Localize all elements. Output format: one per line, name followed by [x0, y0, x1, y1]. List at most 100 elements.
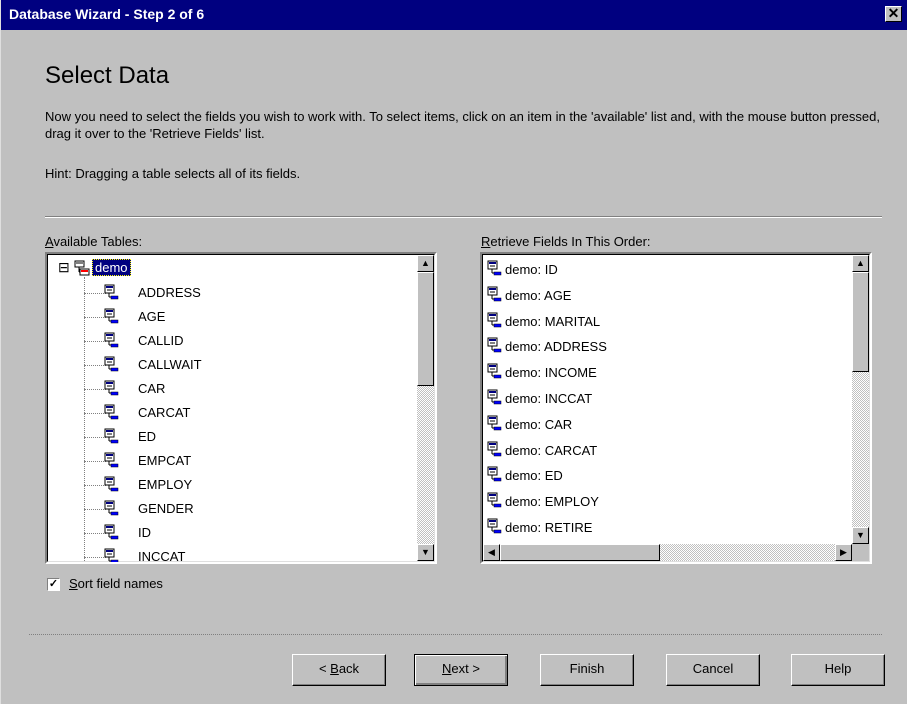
sort-field-names-checkbox[interactable]: ✓ — [47, 578, 60, 591]
available-tables-label: Available Tables: — [45, 234, 143, 249]
field-icon — [487, 389, 502, 405]
scroll-thumb[interactable] — [852, 272, 869, 372]
tree-field-item[interactable]: AGE — [48, 305, 420, 329]
field-icon — [487, 337, 502, 353]
retrieve-field-name: demo: AGE — [505, 287, 572, 303]
scroll-left-button[interactable]: ◀ — [483, 544, 500, 561]
table-name-demo[interactable]: demo — [92, 259, 131, 276]
available-vertical-scrollbar[interactable]: ▲ ▼ — [417, 255, 434, 561]
retrieve-fields-label: Retrieve Fields In This Order: — [481, 234, 651, 249]
retrieve-field-item[interactable]: demo: CAR — [483, 412, 855, 437]
finish-button[interactable]: Finish — [540, 654, 634, 686]
field-icon — [487, 260, 502, 276]
horizontal-scroll-thumb[interactable] — [500, 544, 660, 561]
hint-text: Hint: Dragging a table selects all of it… — [45, 166, 301, 181]
retrieve-field-item[interactable]: demo: ED — [483, 463, 855, 488]
retrieve-fields-content: demo: ID demo: AGE demo: MARITAL demo: ADDR… — [483, 255, 855, 540]
retrieve-field-item[interactable]: demo: AGE — [483, 283, 855, 308]
tree-field-item[interactable]: EMPLOY — [48, 473, 420, 497]
available-tables-tree[interactable]: ⊟ demo ADDRESS AGE CALLID CALLWAIT CAR CARCAT… — [45, 252, 437, 564]
tree-content: ⊟ demo ADDRESS AGE CALLID CALLWAIT CAR CARCAT… — [48, 255, 420, 564]
tree-field-item[interactable]: CARCAT — [48, 401, 420, 425]
field-icon — [104, 332, 119, 348]
tree-field-item[interactable]: ID — [48, 521, 420, 545]
database-wizard-window: Database Wizard - Step 2 of 6 ✕ Select D… — [0, 0, 907, 704]
field-icon — [104, 476, 119, 492]
field-name: GENDER — [138, 501, 194, 516]
scroll-up-button[interactable]: ▲ — [852, 255, 869, 272]
tree-connector — [84, 389, 106, 390]
tree-field-item[interactable]: CALLWAIT — [48, 353, 420, 377]
tree-field-item[interactable]: CAR — [48, 377, 420, 401]
field-icon — [487, 312, 502, 327]
field-icon — [104, 284, 119, 300]
tree-connector — [84, 341, 106, 342]
scroll-thumb[interactable] — [417, 272, 434, 386]
tree-connector — [84, 293, 106, 294]
field-name: CALLID — [138, 333, 184, 348]
retrieve-field-name: demo: ID — [505, 262, 558, 277]
retrieve-field-name: demo: EMPLOY — [505, 494, 599, 510]
help-button[interactable]: Help — [791, 654, 885, 686]
tree-connector — [84, 437, 106, 438]
next-button[interactable]: Next > — [414, 654, 508, 686]
title-bar[interactable]: Database Wizard - Step 2 of 6 ✕ — [1, 0, 907, 30]
footer-divider — [29, 634, 882, 635]
back-button[interactable]: < Back — [292, 654, 386, 686]
retrieve-field-item[interactable]: demo: MARITAL — [483, 309, 855, 334]
field-icon — [104, 380, 119, 396]
scroll-down-button[interactable]: ▼ — [852, 527, 869, 544]
field-name: CAR — [138, 381, 166, 396]
tree-field-item[interactable]: ED — [48, 425, 420, 449]
retrieve-field-name: demo: CARCAT — [505, 442, 598, 458]
retrieve-field-name: demo: MARITAL — [505, 313, 601, 329]
field-icon — [104, 452, 119, 468]
retrieve-field-item[interactable]: demo: EMPLOY — [483, 489, 855, 514]
tree-root-row[interactable]: ⊟ demo — [48, 259, 420, 281]
arrow-left-icon: ◀ — [488, 547, 495, 557]
tree-field-item[interactable]: ADDRESS — [48, 281, 420, 305]
tree-field-item[interactable]: GENDER — [48, 497, 420, 521]
field-name: CARCAT — [138, 405, 191, 420]
retrieve-field-item[interactable]: demo: INCOME — [483, 360, 855, 385]
retrieve-field-item[interactable]: demo: ID — [483, 257, 855, 282]
field-icon — [104, 524, 119, 540]
retrieve-fields-list[interactable]: demo: ID demo: AGE demo: MARITAL demo: ADDR… — [480, 252, 872, 564]
retrieve-field-name: demo: INCOME — [505, 365, 597, 381]
collapse-icon[interactable]: ⊟ — [58, 260, 70, 274]
field-name: CALLWAIT — [138, 357, 202, 372]
arrow-up-icon: ▲ — [856, 258, 865, 268]
sort-field-names-label[interactable]: Sort field names — [69, 576, 163, 591]
tree-field-item[interactable]: CALLID — [48, 329, 420, 353]
tree-connector — [84, 533, 106, 534]
scrollbar-corner — [852, 544, 869, 561]
retrieve-horizontal-scrollbar[interactable]: ◀ ▶ — [483, 544, 852, 561]
retrieve-vertical-scrollbar[interactable]: ▲ ▼ — [852, 255, 869, 544]
retrieve-field-item[interactable]: demo: INCCAT — [483, 386, 855, 411]
retrieve-field-name: demo: ED — [505, 468, 563, 484]
tree-field-item[interactable]: EMPCAT — [48, 449, 420, 473]
close-button[interactable]: ✕ — [885, 6, 902, 22]
field-icon — [487, 518, 502, 534]
field-icon — [104, 356, 119, 372]
field-icon — [487, 441, 502, 456]
scroll-right-button[interactable]: ▶ — [835, 544, 852, 561]
close-icon: ✕ — [887, 5, 900, 21]
scroll-up-button[interactable]: ▲ — [417, 255, 434, 272]
page-title: Select Data — [45, 62, 170, 89]
field-icon — [104, 428, 119, 444]
tree-connector — [84, 461, 106, 462]
tree-connector — [84, 317, 106, 318]
retrieve-field-item[interactable]: demo: RETIRE — [483, 515, 855, 540]
tree-connector — [84, 413, 106, 414]
tree-field-item[interactable]: INCCAT — [48, 545, 420, 564]
header-divider — [45, 216, 882, 218]
field-name: INCCAT — [138, 549, 186, 564]
retrieve-field-name: demo: ADDRESS — [505, 339, 607, 355]
database-table-icon — [74, 260, 90, 276]
cancel-button[interactable]: Cancel — [666, 654, 760, 686]
tree-connector — [84, 557, 106, 558]
retrieve-field-item[interactable]: demo: CARCAT — [483, 438, 855, 463]
scroll-down-button[interactable]: ▼ — [417, 544, 434, 561]
retrieve-field-item[interactable]: demo: ADDRESS — [483, 334, 855, 359]
